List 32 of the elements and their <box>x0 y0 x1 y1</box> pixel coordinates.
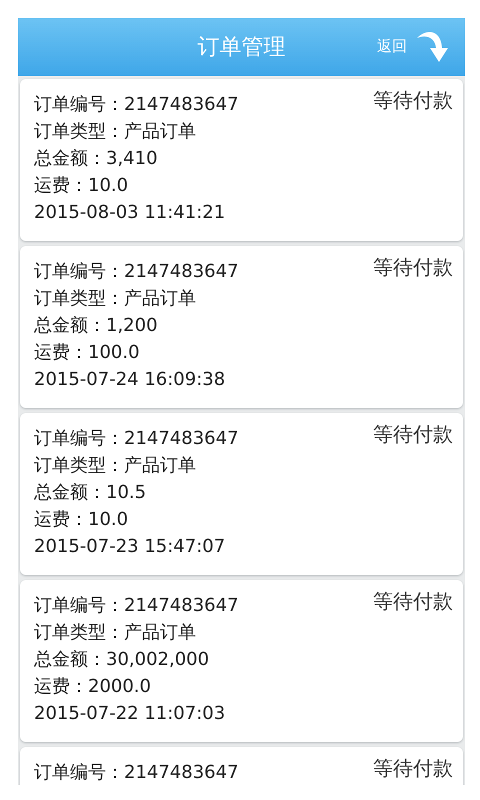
page-title: 订单管理 <box>198 34 286 62</box>
order-card[interactable]: 订单编号：2147483647 订单类型：产品订单 总金额：30,002,000 运费：2000.0 2015-07-22 11:07:03 等待付款 <box>20 580 463 742</box>
order-detail: 2015-08-03 11:41:21 <box>34 201 226 225</box>
order-detail: 订单类型：产品订单 <box>34 287 197 311</box>
order-detail: 订单编号：2147483647 <box>34 427 239 451</box>
order-detail: 总金额：10.5 <box>34 481 148 505</box>
order-detail: 2015-07-24 16:09:38 <box>34 368 226 392</box>
order-status: 等待付款 <box>373 588 453 615</box>
order-detail: 2015-07-22 11:07:03 <box>34 702 226 726</box>
order-card[interactable]: 订单编号：2147483647 订单类型：产品订单 总金额：10.5 运费：10.0 2015-07-23 15:47:07 等待付款 <box>20 413 463 575</box>
order-status: 等待付款 <box>373 755 453 782</box>
order-detail: 订单编号：2147483647 <box>34 260 239 284</box>
order-detail: 订单编号：2147483647 <box>34 594 239 618</box>
order-detail: 总金额：3,410 <box>34 147 159 171</box>
order-status: 等待付款 <box>373 421 453 448</box>
order-detail: 订单编号：2147483647 <box>34 761 239 785</box>
order-detail: 订单编号：2147483647 <box>34 93 239 117</box>
order-detail: 订单类型：产品订单 <box>34 120 197 144</box>
order-detail: 2015-07-23 15:47:07 <box>34 535 226 559</box>
order-detail: 运费：2000.0 <box>34 675 152 699</box>
order-detail: 订单类型：产品订单 <box>34 454 197 478</box>
order-detail: 运费：10.0 <box>34 508 130 532</box>
order-card[interactable]: 订单编号：2147483647 等待付款 <box>20 747 463 785</box>
order-card[interactable]: 订单编号：2147483647 订单类型：产品订单 总金额：3,410 运费：10.0 2015-08-03 11:41:21 等待付款 <box>20 79 463 241</box>
order-detail: 运费：10.0 <box>34 174 130 198</box>
order-status: 等待付款 <box>373 87 453 114</box>
order-status: 等待付款 <box>373 254 453 281</box>
order-detail: 总金额：30,002,000 <box>34 648 210 672</box>
order-detail: 订单类型：产品订单 <box>34 621 197 645</box>
order-detail: 总金额：1,200 <box>34 314 159 338</box>
order-card[interactable]: 订单编号：2147483647 订单类型：产品订单 总金额：1,200 运费：100.0 2015-07-24 16:09:38 等待付款 <box>20 246 463 408</box>
order-detail: 运费：100.0 <box>34 341 141 365</box>
